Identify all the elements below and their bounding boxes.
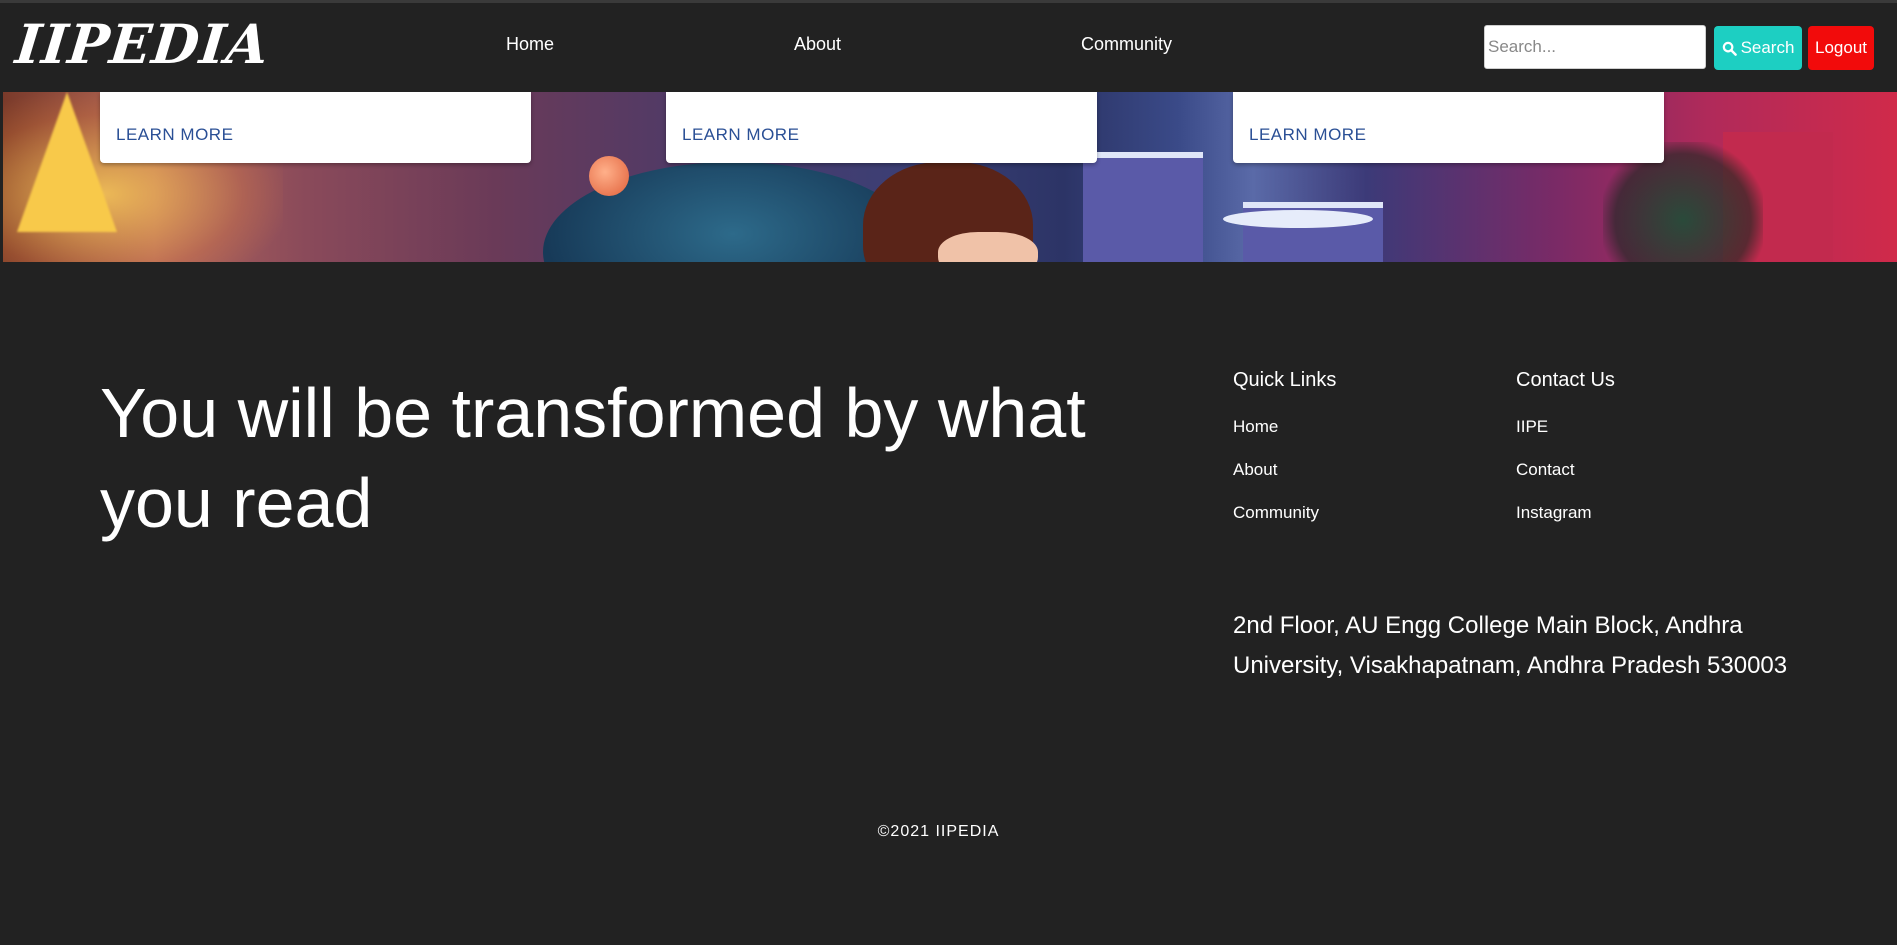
nav-link-home[interactable]: Home xyxy=(506,35,554,53)
search-button-label: Search xyxy=(1740,38,1795,57)
search-input[interactable] xyxy=(1484,25,1706,69)
brand-logo[interactable]: IIPEDIA xyxy=(13,12,273,76)
footer-link-home[interactable]: Home xyxy=(1233,418,1278,435)
learn-more-link[interactable]: LEARN MORE xyxy=(116,126,233,143)
contact-us-title: Contact Us xyxy=(1516,369,1615,391)
footer-link-about[interactable]: About xyxy=(1233,461,1277,478)
snow-illustration xyxy=(1223,210,1373,228)
search-icon xyxy=(1722,41,1737,56)
nav-link-about[interactable]: About xyxy=(794,35,841,53)
footer-quote: You will be transformed by what you read xyxy=(100,374,1086,542)
quick-links-title: Quick Links xyxy=(1233,369,1337,391)
learn-more-link[interactable]: LEARN MORE xyxy=(682,126,799,143)
footer-link-instagram[interactable]: Instagram xyxy=(1516,504,1592,521)
copyright-text: ©2021 IIPEDIA xyxy=(877,823,1000,840)
footer-link-contact[interactable]: Contact xyxy=(1516,461,1575,478)
character-face xyxy=(938,232,1038,262)
ball-illustration xyxy=(589,156,629,196)
learn-more-link[interactable]: LEARN MORE xyxy=(1249,126,1366,143)
feature-card: LEARN MORE xyxy=(100,92,531,163)
feature-card: LEARN MORE xyxy=(1233,92,1664,163)
logout-button[interactable]: Logout xyxy=(1808,26,1874,70)
feature-card: LEARN MORE xyxy=(666,92,1097,163)
search-button[interactable]: Search xyxy=(1714,26,1802,70)
navbar: IIPEDIA Home About Community Search Logo… xyxy=(0,3,1897,92)
building-illustration xyxy=(1083,152,1203,262)
footer-link-community[interactable]: Community xyxy=(1233,504,1319,521)
footer-link-iipe[interactable]: IIPE xyxy=(1516,418,1548,435)
footer-address: 2nd Floor, AU Engg College Main Block, A… xyxy=(1233,612,1788,679)
nav-link-community[interactable]: Community xyxy=(1081,35,1172,53)
